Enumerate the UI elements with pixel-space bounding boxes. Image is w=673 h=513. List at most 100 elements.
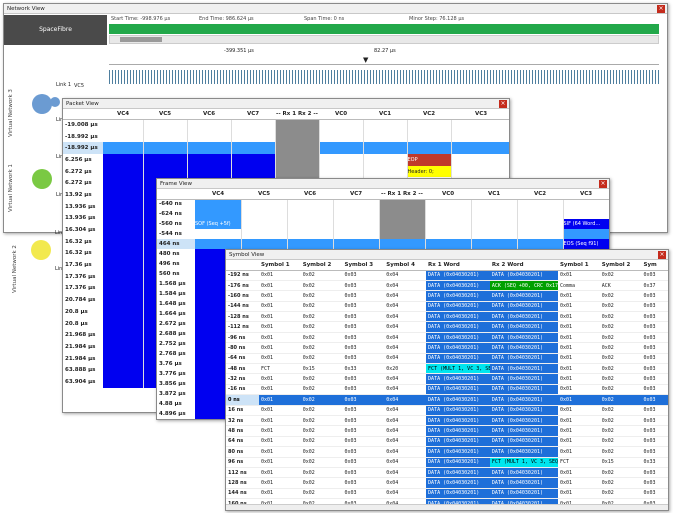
packet-cell[interactable] xyxy=(275,119,320,131)
symbol-cell[interactable]: 0x01 xyxy=(557,477,600,489)
frame-cell[interactable] xyxy=(379,229,426,239)
symbol-cell[interactable]: DATA (0x04030201) xyxy=(489,425,558,437)
frame-cell[interactable] xyxy=(287,209,334,219)
packet-cell[interactable] xyxy=(103,119,144,131)
packet-column-header[interactable]: VC0 xyxy=(319,109,363,120)
symbol-cell[interactable]: DATA (0x04030201) xyxy=(426,405,490,416)
symbol-row[interactable]: 80 ns 0x01 0x02 0x03 0x04 DATA (0x04030201) DA… xyxy=(226,446,668,458)
symbol-cell[interactable]: 0x02 xyxy=(599,301,642,313)
symbol-row[interactable]: 128 ns 0x01 0x02 0x03 0x04 DATA (0x04030201) D… xyxy=(226,477,668,489)
symbol-row[interactable]: -176 ns 0x01 0x02 0x03 0x04 DATA (0x04030201)… xyxy=(226,280,668,292)
symbol-cell[interactable]: 0x02 xyxy=(300,446,343,458)
frame-column-header[interactable]: VC4 xyxy=(195,189,241,200)
symbol-cell[interactable]: 0x03 xyxy=(342,425,385,437)
packet-cell[interactable] xyxy=(143,130,188,143)
frame-cell[interactable] xyxy=(333,209,380,219)
symbol-cell[interactable]: 0x03 xyxy=(342,270,385,281)
symbol-cell[interactable]: 0x03 xyxy=(641,415,668,427)
symbol-cell[interactable]: 0x03 xyxy=(641,446,668,458)
frame-cell[interactable] xyxy=(379,209,426,219)
frame-cell[interactable] xyxy=(425,229,472,239)
network-view-titlebar[interactable]: Network View × xyxy=(4,4,667,14)
symbol-row[interactable]: -144 ns 0x01 0x02 0x03 0x04 DATA (0x04030201)… xyxy=(226,301,668,313)
packet-cell[interactable] xyxy=(187,119,232,131)
packet-row[interactable]: -18.992 µs xyxy=(63,142,509,155)
packet-cell[interactable] xyxy=(319,119,364,131)
symbol-cell[interactable]: 0x33 xyxy=(641,457,668,468)
symbol-column-header[interactable]: Symbol 3 xyxy=(342,260,385,271)
symbol-cell[interactable]: 0x01 xyxy=(557,353,600,365)
scroll-thumb[interactable] xyxy=(120,37,162,42)
symbol-cell[interactable]: 0x04 xyxy=(384,301,427,313)
packet-row[interactable]: -18.992 µs xyxy=(63,130,509,143)
symbol-cell[interactable]: 0x01 xyxy=(258,405,301,416)
node-blue[interactable] xyxy=(32,94,52,114)
packet-cell[interactable] xyxy=(407,119,452,131)
symbol-cell[interactable]: 0x03 xyxy=(641,384,668,396)
frame-cell[interactable] xyxy=(517,229,564,239)
packet-cell[interactable] xyxy=(363,165,408,178)
frame-cell[interactable] xyxy=(241,209,288,219)
symbol-cell[interactable]: DATA (0x04030201) xyxy=(426,321,490,333)
packet-cell[interactable] xyxy=(275,130,320,143)
symbol-cell[interactable]: 0x04 xyxy=(384,467,427,479)
symbol-cell[interactable]: 0x01 xyxy=(258,290,301,302)
frame-cell[interactable] xyxy=(379,219,426,229)
symbol-cell[interactable]: DATA (0x04030201) xyxy=(426,311,490,323)
symbol-cell[interactable]: 0x01 xyxy=(557,342,600,354)
symbol-cell[interactable]: 0x01 xyxy=(258,280,301,292)
symbol-cell[interactable]: 0x03 xyxy=(641,353,668,365)
packet-cell[interactable] xyxy=(319,130,364,143)
symbol-cell[interactable]: 0x01 xyxy=(258,488,301,500)
frame-cell[interactable] xyxy=(517,219,564,229)
symbol-cell[interactable]: 0x20 xyxy=(384,363,427,375)
frame-column-header[interactable]: VC6 xyxy=(287,189,333,200)
symbol-cell[interactable]: 0x03 xyxy=(641,405,668,416)
symbol-row[interactable]: -112 ns 0x01 0x02 0x03 0x04 DATA (0x04030201)… xyxy=(226,321,668,333)
frame-cell[interactable]: SIF (64 Word… xyxy=(563,219,609,229)
packet-cell[interactable] xyxy=(275,142,320,155)
symbol-cell[interactable]: 0x03 xyxy=(342,467,385,479)
symbol-cell[interactable]: 0x03 xyxy=(342,301,385,313)
packet-cell[interactable] xyxy=(319,165,364,178)
symbol-cell[interactable]: 0x04 xyxy=(384,321,427,333)
packet-cell[interactable] xyxy=(103,235,144,248)
symbol-cell[interactable]: DATA (0x04030201) xyxy=(426,384,490,396)
frame-cell[interactable] xyxy=(425,209,472,219)
frame-view-titlebar[interactable]: Frame View × xyxy=(157,179,609,189)
symbol-cell[interactable]: 0x02 xyxy=(599,436,642,448)
symbol-row[interactable]: 0 ns 0x01 0x02 0x03 0x04 DATA (0x04030201) DAT… xyxy=(226,394,668,406)
symbol-cell[interactable]: 0x03 xyxy=(342,353,385,365)
symbol-cell[interactable]: 0x02 xyxy=(599,311,642,323)
symbol-cell[interactable]: 0x01 xyxy=(557,425,600,437)
frame-row[interactable]: -624 ns xyxy=(157,209,609,219)
symbol-cell[interactable]: 0x02 xyxy=(599,394,642,406)
symbol-cell[interactable]: 0x03 xyxy=(641,311,668,323)
frame-cell[interactable] xyxy=(517,199,564,209)
packet-cell[interactable]: Header: 0; xyxy=(407,165,452,178)
packet-cell[interactable] xyxy=(407,142,452,155)
packet-cell[interactable] xyxy=(103,329,144,342)
packet-cell[interactable] xyxy=(363,130,408,143)
symbol-view-titlebar[interactable]: Symbol View × xyxy=(226,250,668,260)
frame-cell[interactable] xyxy=(425,219,472,229)
symbol-column-header[interactable] xyxy=(226,260,259,271)
packet-cell[interactable] xyxy=(103,282,144,295)
node-green[interactable] xyxy=(32,169,52,189)
symbol-cell[interactable]: 0x15 xyxy=(300,363,343,375)
packet-cell[interactable] xyxy=(103,306,144,318)
frame-cell[interactable]: SOF (Seq +5f) xyxy=(195,219,242,229)
symbol-cell[interactable]: ACK xyxy=(599,280,642,292)
packet-cell[interactable] xyxy=(103,130,144,143)
packet-cell[interactable] xyxy=(451,142,509,155)
packet-cell[interactable] xyxy=(187,142,232,155)
symbol-cell[interactable]: 0x04 xyxy=(384,457,427,468)
symbol-row[interactable]: -192 ns 0x01 0x02 0x03 0x04 DATA (0x04030201)… xyxy=(226,270,668,281)
symbol-cell[interactable]: 0x01 xyxy=(258,332,301,344)
node-blue-small[interactable] xyxy=(50,97,60,107)
symbol-cell[interactable]: 0x02 xyxy=(300,467,343,479)
symbol-cell[interactable]: 0x04 xyxy=(384,415,427,427)
symbol-cell[interactable]: FCT (MULT 1, VC 3, SEQ… xyxy=(489,457,558,468)
symbol-cell[interactable]: DATA (0x04030201) xyxy=(426,477,490,489)
symbol-cell[interactable]: DATA (0x04030201) xyxy=(489,446,558,458)
